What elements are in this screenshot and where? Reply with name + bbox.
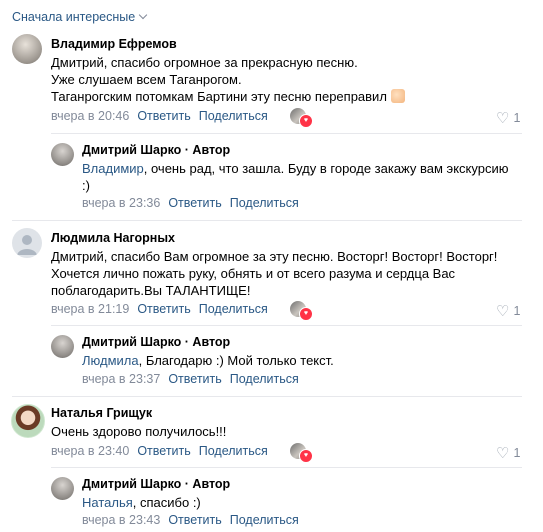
reply-text: , Благодарю :) Мой только текст. [138,353,334,368]
comment-author[interactable]: Людмила Нагорных [51,231,175,245]
comment-time[interactable]: вчера в 23:40 [51,444,129,458]
reply-text-line: Владимир, очень рад, что зашла. Буду в г… [82,160,508,178]
share-button[interactable]: Поделиться [199,302,268,316]
share-button[interactable]: Поделиться [230,196,299,210]
reply-button[interactable]: Ответить [137,444,190,458]
heart-badge-icon: ♥ [299,449,313,463]
heart-badge-icon: ♥ [299,114,313,128]
reply-button[interactable]: Ответить [137,109,190,123]
like-button[interactable]: ♡ 1 [496,108,521,127]
avatar[interactable] [51,335,74,358]
avatar[interactable] [51,143,74,166]
reply-text-line: :) [82,178,90,193]
heart-icon: ♡ [496,303,510,320]
divider [51,133,522,134]
share-button[interactable]: Поделиться [230,372,299,386]
share-button[interactable]: Поделиться [199,444,268,458]
comment-meta: вчера в 21:19 Ответить Поделиться [51,302,268,316]
reply-text-line: Наталья, спасибо :) [82,494,201,512]
reply-time[interactable]: вчера в 23:43 [82,513,160,527]
reply-time[interactable]: вчера в 23:37 [82,372,160,386]
chevron-down-icon [138,10,148,20]
comment-text-line: Дмитрий, спасибо огромное за прекрасную … [51,55,358,70]
like-count: 1 [513,446,521,460]
comment-text-line: Уже слушаем всем Таганрогом. [51,72,242,87]
sort-label: Сначала интересные [12,10,136,24]
mention-link[interactable]: Людмила [82,353,139,368]
comment-meta: вчера в 20:46 Ответить Поделиться [51,109,268,123]
divider [51,467,522,468]
default-avatar-icon [17,235,37,255]
like-count: 1 [513,111,521,125]
comment-time[interactable]: вчера в 20:46 [51,109,129,123]
mention-link[interactable]: Владимир [82,161,144,176]
avatar[interactable] [12,228,42,258]
reply-text: , спасибо :) [132,495,201,510]
reply-button[interactable]: Ответить [168,196,221,210]
comment-time[interactable]: вчера в 21:19 [51,302,129,316]
heart-icon: ♡ [496,110,510,127]
comment-text-line: поблагодарить.Вы ТАЛАНТИЩЕ! [51,283,251,298]
reply-time[interactable]: вчера в 23:36 [82,196,160,210]
comment-text-line: Очень здорово получилось!!! [51,424,227,439]
like-button[interactable]: ♡ 1 [496,301,521,320]
comment-text-line: Дмитрий, спасибо Вам огромное за эту пес… [51,249,498,264]
mention-link[interactable]: Наталья [82,495,133,510]
reply-button[interactable]: Ответить [137,302,190,316]
reply-author[interactable]: Дмитрий Шарко · Автор [82,477,230,491]
reply-text: , очень рад, что зашла. Буду в городе за… [143,161,509,176]
share-button[interactable]: Поделиться [199,109,268,123]
comment-author[interactable]: Наталья Грищук [51,406,152,420]
share-button[interactable]: Поделиться [230,513,299,527]
comment-text-line: Хочется лично пожать руку, обнять и от в… [51,266,456,281]
avatar[interactable] [51,477,74,500]
reply-author[interactable]: Дмитрий Шарко · Автор [82,143,230,157]
heart-icon: ♡ [496,445,510,462]
sort-dropdown[interactable]: Сначала интересные [12,10,148,24]
divider [12,396,522,397]
reply-button[interactable]: Ответить [168,372,221,386]
like-count: 1 [513,304,521,318]
divider [51,325,522,326]
reply-author[interactable]: Дмитрий Шарко · Автор [82,335,230,349]
divider [12,220,522,221]
likers-preview[interactable]: ♥ [290,108,314,128]
comment-text-line: Таганрогским потомкам Бартини эту песню … [51,88,405,106]
reply-button[interactable]: Ответить [168,513,221,527]
comment-author[interactable]: Владимир Ефремов [51,37,177,51]
avatar[interactable] [12,34,42,64]
like-button[interactable]: ♡ 1 [496,443,521,462]
reply-text-line: Людмила, Благодарю :) Мой только текст. [82,352,334,370]
comment-text: Таганрогским потомкам Бартини эту песню … [51,89,387,104]
heart-badge-icon: ♥ [299,307,313,321]
reply-meta: вчера в 23:43 Ответить Поделиться [82,513,299,527]
reply-meta: вчера в 23:36 Ответить Поделиться [82,196,299,210]
avatar[interactable] [11,404,45,438]
likers-preview[interactable]: ♥ [290,301,314,321]
reply-meta: вчера в 23:37 Ответить Поделиться [82,372,299,386]
likers-preview[interactable]: ♥ [290,443,314,463]
comment-meta: вчера в 23:40 Ответить Поделиться [51,444,268,458]
handshake-emoji-icon [390,89,405,103]
